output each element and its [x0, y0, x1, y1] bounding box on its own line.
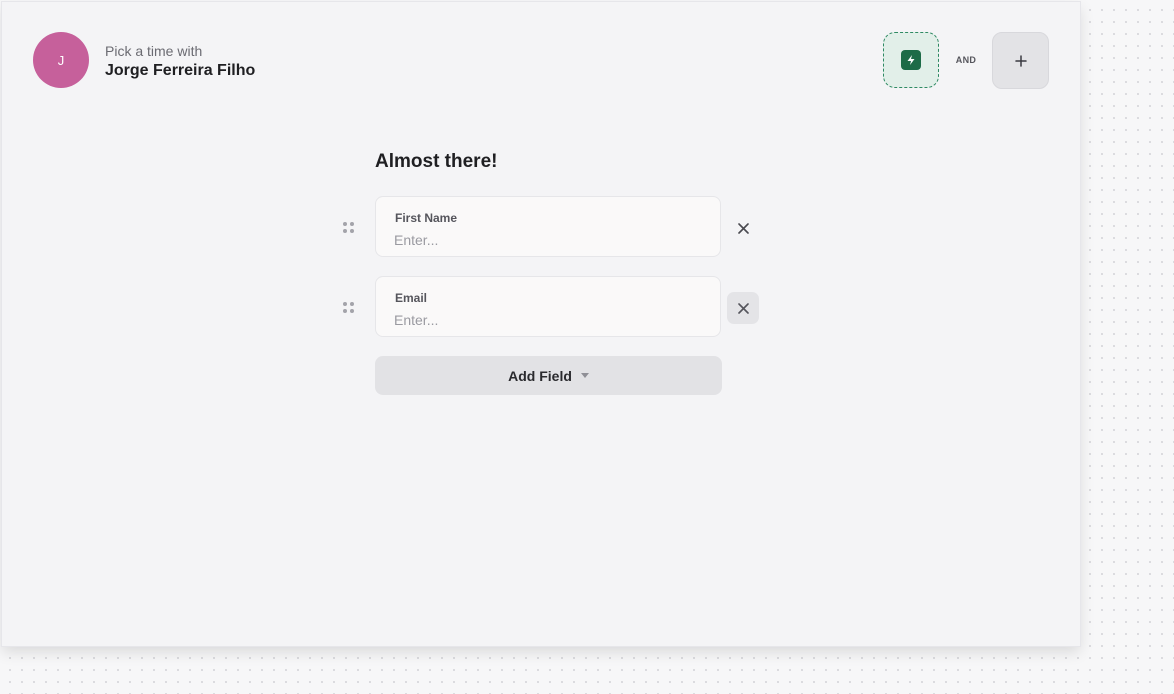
- first-name-input[interactable]: [394, 230, 694, 250]
- first-name-field: First Name: [375, 196, 721, 257]
- caret-down-icon: [580, 373, 589, 378]
- first-name-label: First Name: [395, 211, 458, 225]
- email-field: Email: [375, 276, 721, 337]
- close-icon: [737, 222, 749, 234]
- form-title: Almost there!: [375, 151, 498, 172]
- close-icon: [737, 302, 749, 314]
- email-input[interactable]: [394, 310, 694, 330]
- add-field-button[interactable]: Add Field: [375, 356, 722, 395]
- email-label: Email: [395, 291, 428, 305]
- host-info: Pick a time with Jorge Ferreira Filho: [105, 42, 255, 81]
- add-field-label: Add Field: [508, 367, 572, 384]
- lightning-bolt-icon: [901, 50, 921, 70]
- drag-handle-icon[interactable]: [343, 302, 355, 314]
- plus-icon: [1014, 54, 1027, 67]
- connector-label: AND: [955, 55, 977, 65]
- integration-tile[interactable]: [883, 32, 939, 88]
- booking-form-card: J Pick a time with Jorge Ferreira Filho …: [2, 2, 1080, 646]
- add-integration-button[interactable]: [992, 32, 1049, 89]
- host-name: Jorge Ferreira Filho: [105, 62, 256, 79]
- host-subtitle: Pick a time with: [105, 43, 203, 59]
- remove-email-button[interactable]: [727, 292, 759, 324]
- avatar-initial: J: [57, 52, 65, 68]
- remove-first-name-button[interactable]: [727, 212, 759, 244]
- avatar: J: [33, 32, 89, 88]
- drag-handle-icon[interactable]: [343, 222, 355, 234]
